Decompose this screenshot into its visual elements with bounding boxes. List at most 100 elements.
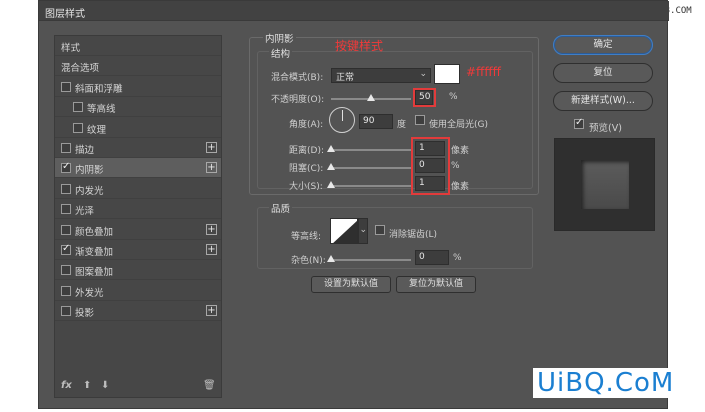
global-light-checkbox[interactable] <box>415 115 425 125</box>
reset-default-button[interactable]: 复位为默认值 <box>396 276 476 293</box>
style-list-label: 样式 <box>61 43 81 54</box>
choke-unit: % <box>451 161 460 171</box>
angle-input[interactable]: 90 <box>359 114 393 129</box>
global-light-label: 使用全局光(G) <box>429 120 488 130</box>
style-list-item[interactable]: 斜面和浮雕 <box>55 77 221 97</box>
distance-unit: 像素 <box>451 146 470 156</box>
blend-mode-label: 混合模式(B): <box>271 73 324 83</box>
style-list-label: 投影 <box>75 308 95 320</box>
style-list: 样式混合选项斜面和浮雕等高线纹理描边 + 内阴影 + 内发光光泽颜色叠加 + 渐变叠加 + 图案… <box>54 35 222 398</box>
style-list-checkbox[interactable] <box>61 81 71 92</box>
noise-input[interactable]: 0 <box>415 250 449 265</box>
style-list-label: 内发光 <box>75 185 104 197</box>
blend-mode-select[interactable]: 正常 ⌄ <box>331 68 431 83</box>
style-list-checkbox[interactable] <box>61 285 71 296</box>
style-list-item[interactable]: 纹理 <box>55 118 221 138</box>
add-effect-icon[interactable]: + <box>206 223 217 235</box>
chevron-down-icon: ⌄ <box>359 225 367 235</box>
color-annotation: #ffffff <box>466 65 501 79</box>
style-list-label: 描边 <box>75 145 95 156</box>
style-list-item[interactable]: 内发光 <box>55 179 221 199</box>
reset-button[interactable]: 复位 <box>553 63 653 83</box>
quality-title: 品质 <box>269 201 293 215</box>
size-slider[interactable] <box>331 185 411 187</box>
blend-mode-value: 正常 <box>336 73 355 83</box>
style-list-checkbox[interactable] <box>73 122 83 133</box>
opacity-unit: % <box>449 92 458 102</box>
style-list-label: 外发光 <box>75 287 104 299</box>
ok-button[interactable]: 确定 <box>553 35 653 55</box>
contour-label: 等高线: <box>291 232 322 242</box>
contour-preview[interactable] <box>330 218 358 244</box>
fx-icon[interactable]: fx <box>61 380 72 391</box>
chevron-down-icon: ⌄ <box>419 69 427 79</box>
trash-icon[interactable]: 🗑 <box>203 380 216 391</box>
distance-label: 距离(D): <box>289 146 324 156</box>
add-effect-icon[interactable]: + <box>206 305 217 317</box>
style-list-checkbox[interactable] <box>61 161 71 174</box>
opacity-highlight <box>413 88 436 107</box>
watermark-bottom: UiBQ.CoM <box>533 368 679 398</box>
style-list-checkbox[interactable] <box>61 306 71 317</box>
add-effect-icon[interactable]: + <box>206 244 217 255</box>
move-up-icon[interactable]: ⬆ <box>83 380 91 391</box>
antialias-checkbox[interactable] <box>375 225 385 235</box>
distance-slider[interactable] <box>331 149 411 151</box>
style-list-item[interactable]: 等高线 <box>55 97 221 118</box>
choke-label: 阻塞(C): <box>289 164 324 174</box>
style-list-checkbox[interactable] <box>61 224 71 235</box>
size-slider-thumb[interactable] <box>327 181 335 188</box>
contour-curve-icon <box>333 220 357 243</box>
noise-slider[interactable] <box>331 259 411 261</box>
style-list-item[interactable]: 投影 + <box>55 301 221 322</box>
opacity-slider-thumb[interactable] <box>367 94 375 101</box>
window-title: 图层样式 <box>45 9 85 20</box>
style-annotation: 按键样式 <box>335 39 384 53</box>
style-list-item[interactable]: 渐变叠加 + <box>55 240 221 260</box>
style-list-checkbox[interactable] <box>61 143 71 153</box>
style-list-label: 混合选项 <box>61 63 100 75</box>
style-preview <box>554 138 655 231</box>
choke-slider[interactable] <box>331 167 411 169</box>
preview-checkbox[interactable] <box>574 117 584 129</box>
style-list-item[interactable]: 图案叠加 <box>55 260 221 281</box>
style-list-checkbox[interactable] <box>61 183 71 194</box>
style-list-label: 图案叠加 <box>75 267 114 279</box>
style-list-label: 斜面和浮雕 <box>75 83 123 95</box>
move-down-icon[interactable]: ⬇ <box>101 380 109 391</box>
set-default-button[interactable]: 设置为默认值 <box>311 276 391 293</box>
style-list-item[interactable]: 混合选项 <box>55 56 221 77</box>
style-list-item[interactable]: 描边 + <box>55 138 221 158</box>
style-list-checkbox[interactable] <box>73 102 83 113</box>
antialias-label: 消除锯齿(L) <box>389 230 438 240</box>
noise-label: 杂色(N): <box>291 256 326 266</box>
noise-slider-thumb[interactable] <box>327 255 335 262</box>
style-list-item[interactable]: 外发光 <box>55 281 221 301</box>
shadow-color-swatch[interactable] <box>434 64 460 84</box>
titlebar: 图层样式 <box>39 1 669 21</box>
style-list-label: 颜色叠加 <box>75 226 114 238</box>
distance-slider-thumb[interactable] <box>327 145 335 152</box>
style-list-label: 纹理 <box>87 124 107 136</box>
style-list-item[interactable]: 内阴影 + <box>55 158 221 179</box>
choke-slider-thumb[interactable] <box>327 163 335 170</box>
opacity-label: 不透明度(O): <box>271 95 325 105</box>
style-list-label: 等高线 <box>87 104 116 116</box>
angle-needle <box>342 110 343 121</box>
structure-title: 结构 <box>269 46 293 60</box>
angle-dial[interactable] <box>329 107 355 133</box>
contour-dropdown[interactable]: ⌄ <box>358 218 368 244</box>
new-style-button[interactable]: 新建样式(W)... <box>553 91 653 111</box>
structure-values-highlight <box>411 137 450 195</box>
style-list-item[interactable]: 颜色叠加 + <box>55 220 221 240</box>
angle-unit: 度 <box>397 120 407 130</box>
style-list-item[interactable]: 样式 <box>55 36 221 56</box>
add-effect-icon[interactable]: + <box>206 142 217 153</box>
style-list-checkbox[interactable] <box>61 243 71 255</box>
style-list-checkbox[interactable] <box>61 265 71 276</box>
style-list-item[interactable]: 光泽 <box>55 199 221 220</box>
inner-shadow-title: 内阴影 <box>263 31 296 45</box>
angle-label: 角度(A): <box>289 120 324 130</box>
add-effect-icon[interactable]: + <box>206 162 217 174</box>
style-list-checkbox[interactable] <box>61 204 71 215</box>
